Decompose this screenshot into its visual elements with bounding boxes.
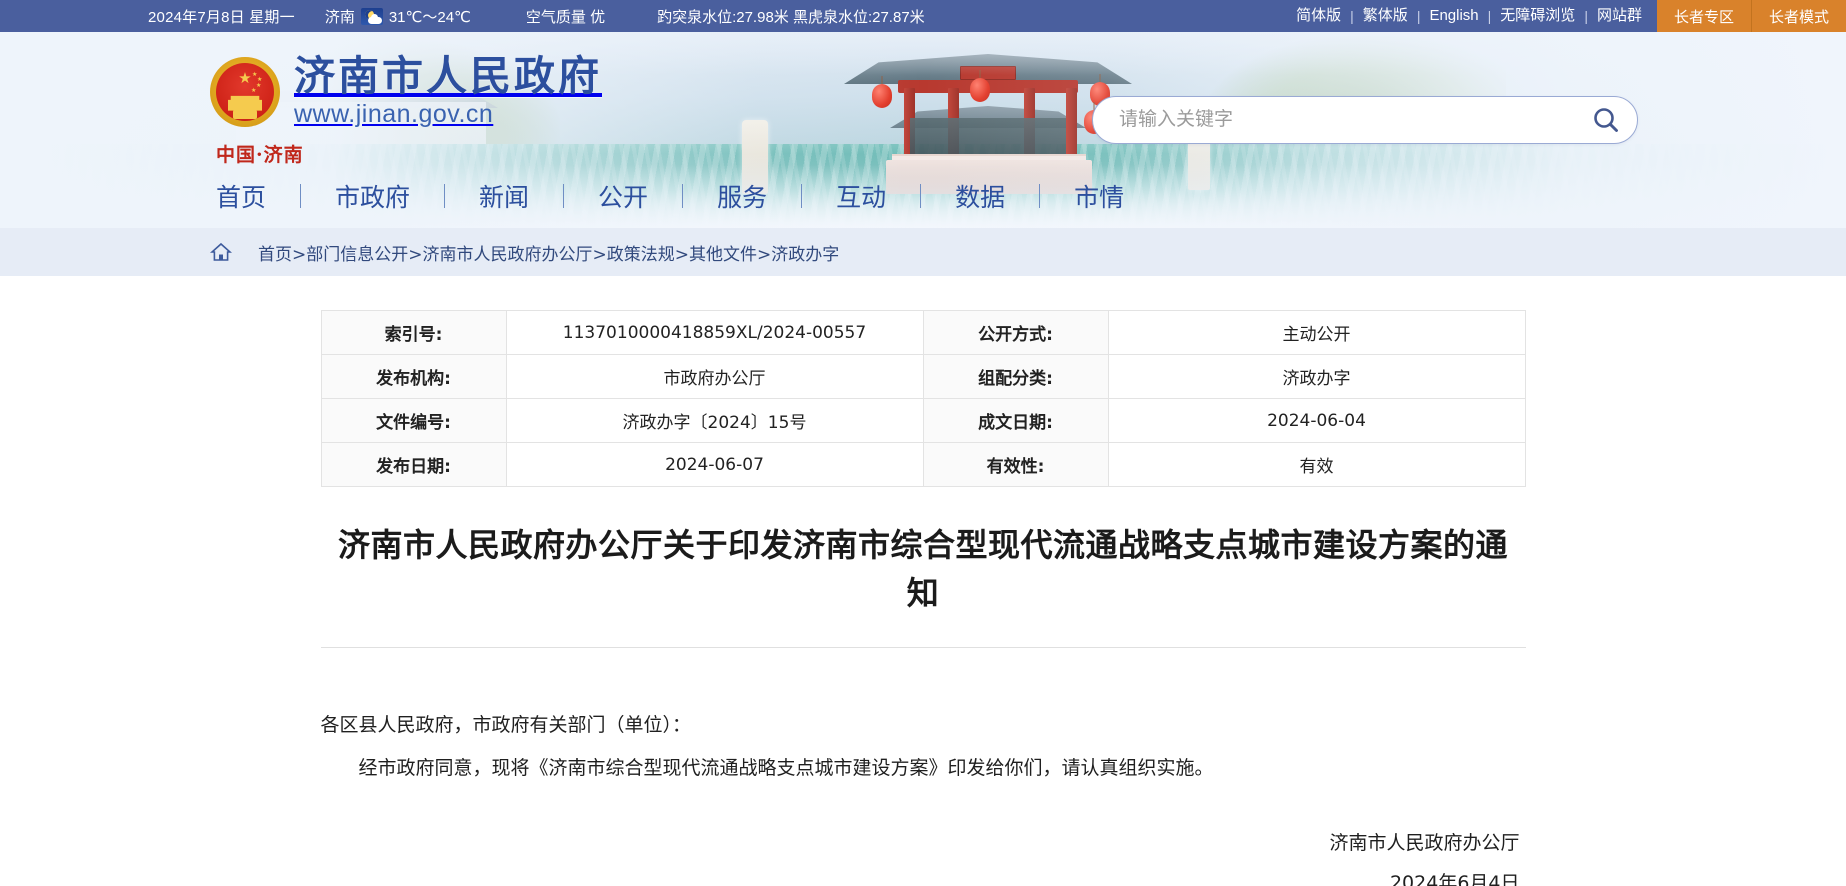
search-box[interactable]	[1092, 96, 1638, 144]
breadcrumb-path[interactable]: 首页>部门信息公开>济南市人民政府办公厅>政策法规>其他文件>济政办字	[258, 240, 839, 265]
elder-mode-button[interactable]: 长者模式	[1751, 0, 1846, 32]
document-paragraph: 经市政府同意，现将《济南市综合型现代流通战略支点城市建设方案》印发给你们，请认真…	[358, 756, 1214, 779]
meta-label: 有效性:	[922, 442, 1109, 487]
document-body: 各区县人民政府，市政府有关部门（单位）： 经市政府同意，现将《济南市综合型现代流…	[321, 648, 1526, 788]
city-name-text: 济南	[324, 8, 355, 26]
site-header: ★ ★ ★ ★ ★ 济南市人民政府 www.jinan.gov.cn 中国·济南	[0, 32, 1846, 228]
meta-value: 1137010000418859XL/2024-00557	[505, 310, 924, 355]
meta-value: 济政办字〔2024〕15号	[505, 398, 924, 443]
nav-item-government[interactable]: 市政府	[301, 178, 444, 214]
home-icon[interactable]	[210, 242, 232, 262]
article-container: 索引号: 1137010000418859XL/2024-00557 公开方式:…	[320, 276, 1526, 886]
document-metadata-table: 索引号: 1137010000418859XL/2024-00557 公开方式:…	[320, 310, 1526, 487]
meta-label: 公开方式:	[922, 310, 1109, 355]
meta-value: 主动公开	[1107, 310, 1526, 355]
main-navigation: 首页 市政府 新闻 公开 服务 互动 数据 市情	[210, 178, 1158, 214]
page-container: 索引号: 1137010000418859XL/2024-00557 公开方式:…	[168, 276, 1678, 886]
link-simplified[interactable]: 简体版	[1287, 0, 1350, 32]
national-emblem-icon: ★ ★ ★ ★ ★	[210, 56, 280, 127]
table-row: 发布机构: 市政府办公厅 组配分类: 济政办字	[320, 354, 1526, 399]
air-quality-text: 空气质量 优	[525, 8, 606, 26]
search-icon	[1594, 108, 1618, 132]
meta-label: 成文日期:	[922, 398, 1109, 443]
site-title: 济南市人民政府	[294, 52, 602, 100]
table-row: 索引号: 1137010000418859XL/2024-00557 公开方式:…	[320, 310, 1526, 355]
elder-zone-button[interactable]: 长者专区	[1656, 0, 1752, 32]
search-input[interactable]	[1093, 109, 1575, 131]
meta-value: 济政办字	[1107, 354, 1526, 399]
nav-item-home[interactable]: 首页	[210, 178, 300, 214]
table-row: 文件编号: 济政办字〔2024〕15号 成文日期: 2024-06-04	[320, 398, 1526, 443]
meta-label: 发布日期:	[320, 442, 507, 487]
topbar-actions-group: 简体版 | 繁体版 | English | 无障碍浏览 | 网站群 长者专区 长…	[1287, 0, 1846, 32]
signature-date: 2024年6月4日	[1389, 871, 1520, 886]
table-row: 发布日期: 2024-06-07 有效性: 有效	[320, 442, 1526, 487]
breadcrumb-bar: 首页>部门信息公开>济南市人民政府办公厅>政策法规>其他文件>济政办字	[0, 228, 1846, 276]
meta-label: 文件编号:	[320, 398, 507, 443]
spring-water-level-text: 趵突泉水位:27.98米 黑虎泉水位:27.87米	[657, 8, 925, 26]
temperature-text: 31℃～24℃	[388, 8, 471, 26]
moon-cloud-icon	[360, 7, 383, 25]
link-traditional[interactable]: 繁体版	[1354, 0, 1417, 32]
signature-organization: 济南市人民政府办公厅	[1329, 831, 1520, 854]
site-url: www.jinan.gov.cn	[294, 100, 494, 129]
nav-item-open[interactable]: 公开	[564, 178, 682, 214]
meta-label: 组配分类:	[922, 354, 1109, 399]
topbar-info-group: 2024年7月8日 星期一 济南 31℃～24℃ 空气质量 优 趵突泉水位:27…	[0, 0, 925, 32]
search-button[interactable]	[1575, 97, 1637, 143]
top-utility-bar: 2024年7月8日 星期一 济南 31℃～24℃ 空气质量 优 趵突泉水位:27…	[0, 0, 1846, 32]
meta-label: 发布机构:	[320, 354, 507, 399]
link-english[interactable]: English	[1420, 0, 1487, 32]
nav-item-data[interactable]: 数据	[921, 178, 1039, 214]
meta-value: 市政府办公厅	[505, 354, 924, 399]
meta-value: 2024-06-04	[1107, 398, 1526, 443]
document-salutation: 各区县人民政府，市政府有关部门（单位）：	[320, 714, 692, 736]
current-date-text: 2024年7月8日 星期一	[148, 8, 295, 26]
language-links: 简体版 | 繁体版 | English | 无障碍浏览 | 网站群	[1287, 0, 1657, 32]
page-title: 济南市人民政府办公厅关于印发济南市综合型现代流通战略支点城市建设方案的通知	[320, 521, 1526, 648]
nav-item-service[interactable]: 服务	[683, 178, 801, 214]
link-accessibility[interactable]: 无障碍浏览	[1491, 0, 1584, 32]
meta-value: 2024-06-07	[505, 442, 924, 487]
site-subtitle: 中国·济南	[216, 144, 304, 166]
link-site-group[interactable]: 网站群	[1588, 0, 1651, 32]
nav-item-news[interactable]: 新闻	[445, 178, 563, 214]
document-signature: 济南市人民政府办公厅 2024年6月4日	[321, 824, 1526, 886]
nav-item-city[interactable]: 市情	[1040, 178, 1158, 214]
meta-label: 索引号:	[320, 310, 507, 355]
site-logo[interactable]: ★ ★ ★ ★ ★ 济南市人民政府 www.jinan.gov.cn 中国·济南	[210, 52, 602, 166]
nav-item-interact[interactable]: 互动	[802, 178, 920, 214]
meta-value: 有效	[1107, 442, 1526, 487]
